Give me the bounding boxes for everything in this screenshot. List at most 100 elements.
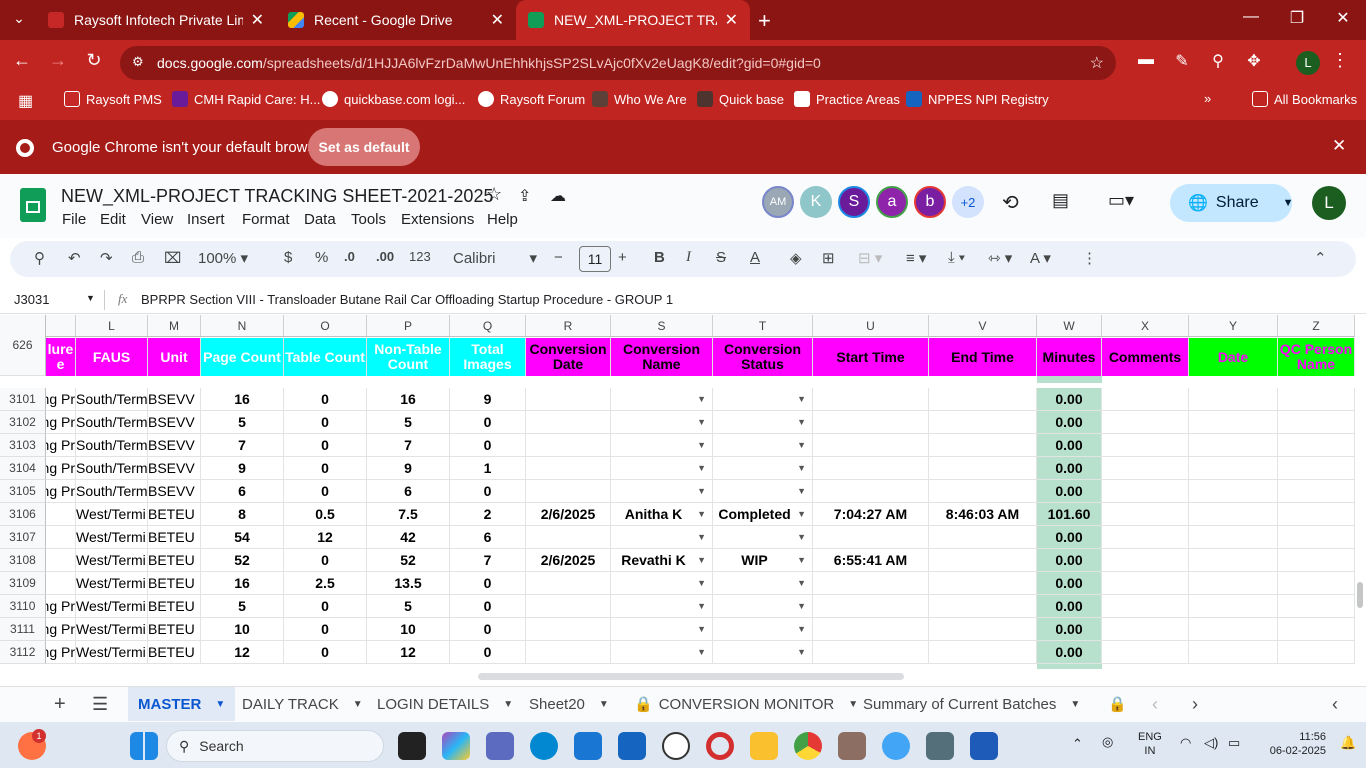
search-menus-icon[interactable]: ⚲ — [34, 249, 45, 267]
table-cell[interactable]: 2/6/2025 — [526, 503, 611, 526]
sheets-logo-icon[interactable] — [20, 188, 46, 222]
table-cell[interactable]: West/Termi — [76, 595, 148, 618]
row-header[interactable]: 3101 — [0, 388, 46, 411]
table-cell[interactable]: 0 — [284, 618, 367, 641]
table-cell[interactable] — [526, 595, 611, 618]
table-cell[interactable]: 0.5 — [284, 503, 367, 526]
row-header[interactable]: 3110 — [0, 595, 46, 618]
column-header[interactable]: L — [76, 315, 148, 337]
table-cell[interactable]: 0 — [450, 480, 526, 503]
table-cell[interactable] — [929, 457, 1037, 480]
table-cell[interactable]: 0 — [284, 457, 367, 480]
freeze-corner[interactable]: 626 — [0, 315, 46, 376]
table-cell[interactable] — [1278, 411, 1355, 434]
battery-icon[interactable]: ▭ — [1228, 735, 1240, 751]
table-cell[interactable]: BETEU — [148, 641, 201, 664]
column-header[interactable]: N — [201, 315, 284, 337]
table-cell[interactable] — [1278, 572, 1355, 595]
name-box-dropdown-icon[interactable]: ▼ — [86, 293, 95, 303]
increase-font-size-icon[interactable]: + — [618, 249, 627, 266]
row-header[interactable]: 3109 — [0, 572, 46, 595]
table-cell[interactable] — [1278, 388, 1355, 411]
table-cell[interactable] — [929, 480, 1037, 503]
table-cell[interactable]: 0 — [284, 549, 367, 572]
volume-icon[interactable]: ◁) — [1204, 735, 1218, 751]
table-cell[interactable] — [1189, 434, 1278, 457]
app-icon[interactable] — [926, 732, 954, 760]
dropdown-arrow-icon[interactable]: ▼ — [797, 549, 806, 571]
table-cell[interactable] — [526, 480, 611, 503]
copilot-icon[interactable] — [442, 732, 470, 760]
table-cell[interactable] — [526, 641, 611, 664]
notifications-icon[interactable]: 🔔 — [1340, 735, 1356, 751]
document-title[interactable]: NEW_XML-PROJECT TRACKING SHEET-2021-2025 — [61, 186, 493, 207]
table-cell[interactable]: 13.5 — [367, 572, 450, 595]
table-cell[interactable] — [46, 572, 76, 595]
table-cell[interactable]: 0.00 — [1037, 618, 1102, 641]
table-cell[interactable]: 0.00 — [1037, 549, 1102, 572]
table-cell[interactable]: ng Pr — [46, 434, 76, 457]
menu-format[interactable]: Format — [242, 211, 290, 228]
table-cell[interactable]: BSEVV — [148, 388, 201, 411]
table-cell[interactable]: 16 — [201, 388, 284, 411]
dropdown-arrow-icon[interactable]: ▼ — [697, 595, 706, 617]
bookmark-raysoft-forum[interactable]: Raysoft Forum — [478, 91, 585, 107]
row-header[interactable]: 3106 — [0, 503, 46, 526]
more-bookmarks-icon[interactable]: » — [1204, 91, 1211, 106]
table-cell[interactable]: 0 — [284, 411, 367, 434]
dropdown-arrow-icon[interactable]: ▼ — [797, 572, 806, 594]
restore-icon[interactable]: ❐ — [1282, 8, 1312, 28]
column-header[interactable]: T — [713, 315, 813, 337]
table-cell[interactable] — [813, 572, 929, 595]
borders-icon[interactable]: ⊞ — [822, 249, 835, 267]
table-cell[interactable] — [1278, 480, 1355, 503]
table-cell[interactable] — [1189, 595, 1278, 618]
table-cell[interactable] — [1189, 549, 1278, 572]
table-cell[interactable]: BETEU — [148, 526, 201, 549]
dropdown-arrow-icon[interactable]: ▼ — [797, 641, 806, 663]
comments-icon[interactable]: ▤ — [1052, 190, 1069, 211]
table-cell[interactable] — [929, 572, 1037, 595]
table-cell[interactable]: 10 — [367, 618, 450, 641]
name-box[interactable]: J3031 — [14, 292, 49, 307]
table-cell[interactable]: 0.00 — [1037, 480, 1102, 503]
table-cell[interactable]: ▼ — [713, 526, 813, 549]
sheet-tab-summary[interactable]: Summary of Current Batches ▼ — [863, 687, 1080, 721]
chevron-down-icon[interactable]: ▼ — [503, 699, 513, 710]
table-cell[interactable]: ng Pr — [46, 595, 76, 618]
column-header[interactable]: Y — [1189, 315, 1278, 337]
dropdown-arrow-icon[interactable]: ▼ — [797, 480, 806, 502]
table-cell[interactable] — [1278, 618, 1355, 641]
decrease-decimal-button[interactable]: .0 — [344, 249, 355, 264]
column-header[interactable]: W — [1037, 315, 1102, 337]
kebab-menu-icon[interactable]: ⋮ — [1326, 50, 1354, 71]
table-cell[interactable] — [1102, 572, 1189, 595]
chevron-down-icon[interactable]: ▼ — [215, 699, 225, 710]
table-cell[interactable]: ▼ — [713, 480, 813, 503]
set-as-default-button[interactable]: Set as default — [308, 128, 420, 166]
font-size-input[interactable]: 11 — [579, 246, 611, 272]
table-cell[interactable] — [46, 526, 76, 549]
lock-icon[interactable]: 🔒 — [1108, 687, 1127, 721]
table-cell[interactable]: ▼ — [713, 434, 813, 457]
table-cell[interactable]: 54 — [201, 526, 284, 549]
table-cell[interactable] — [1278, 503, 1355, 526]
header-cell[interactable]: FAUS — [76, 338, 148, 376]
all-bookmarks[interactable]: All Bookmarks — [1252, 91, 1357, 107]
column-header[interactable]: V — [929, 315, 1037, 337]
close-icon[interactable]: ✕ — [251, 10, 264, 30]
table-cell[interactable]: Revathi K ▼ — [611, 549, 713, 572]
text-color-icon[interactable]: A — [750, 249, 760, 266]
table-cell[interactable] — [1102, 526, 1189, 549]
table-cell[interactable]: Completed ▼ — [713, 503, 813, 526]
dropdown-arrow-icon[interactable]: ▼ — [797, 457, 806, 479]
table-cell[interactable] — [1102, 411, 1189, 434]
table-cell[interactable] — [1102, 595, 1189, 618]
table-cell[interactable]: 6:55:41 AM — [813, 549, 929, 572]
header-cell[interactable]: Minutes — [1037, 338, 1102, 376]
table-cell[interactable] — [526, 618, 611, 641]
table-cell[interactable] — [526, 572, 611, 595]
table-cell[interactable]: 5 — [367, 411, 450, 434]
dropdown-arrow-icon[interactable]: ▼ — [697, 641, 706, 663]
table-cell[interactable] — [1189, 641, 1278, 664]
